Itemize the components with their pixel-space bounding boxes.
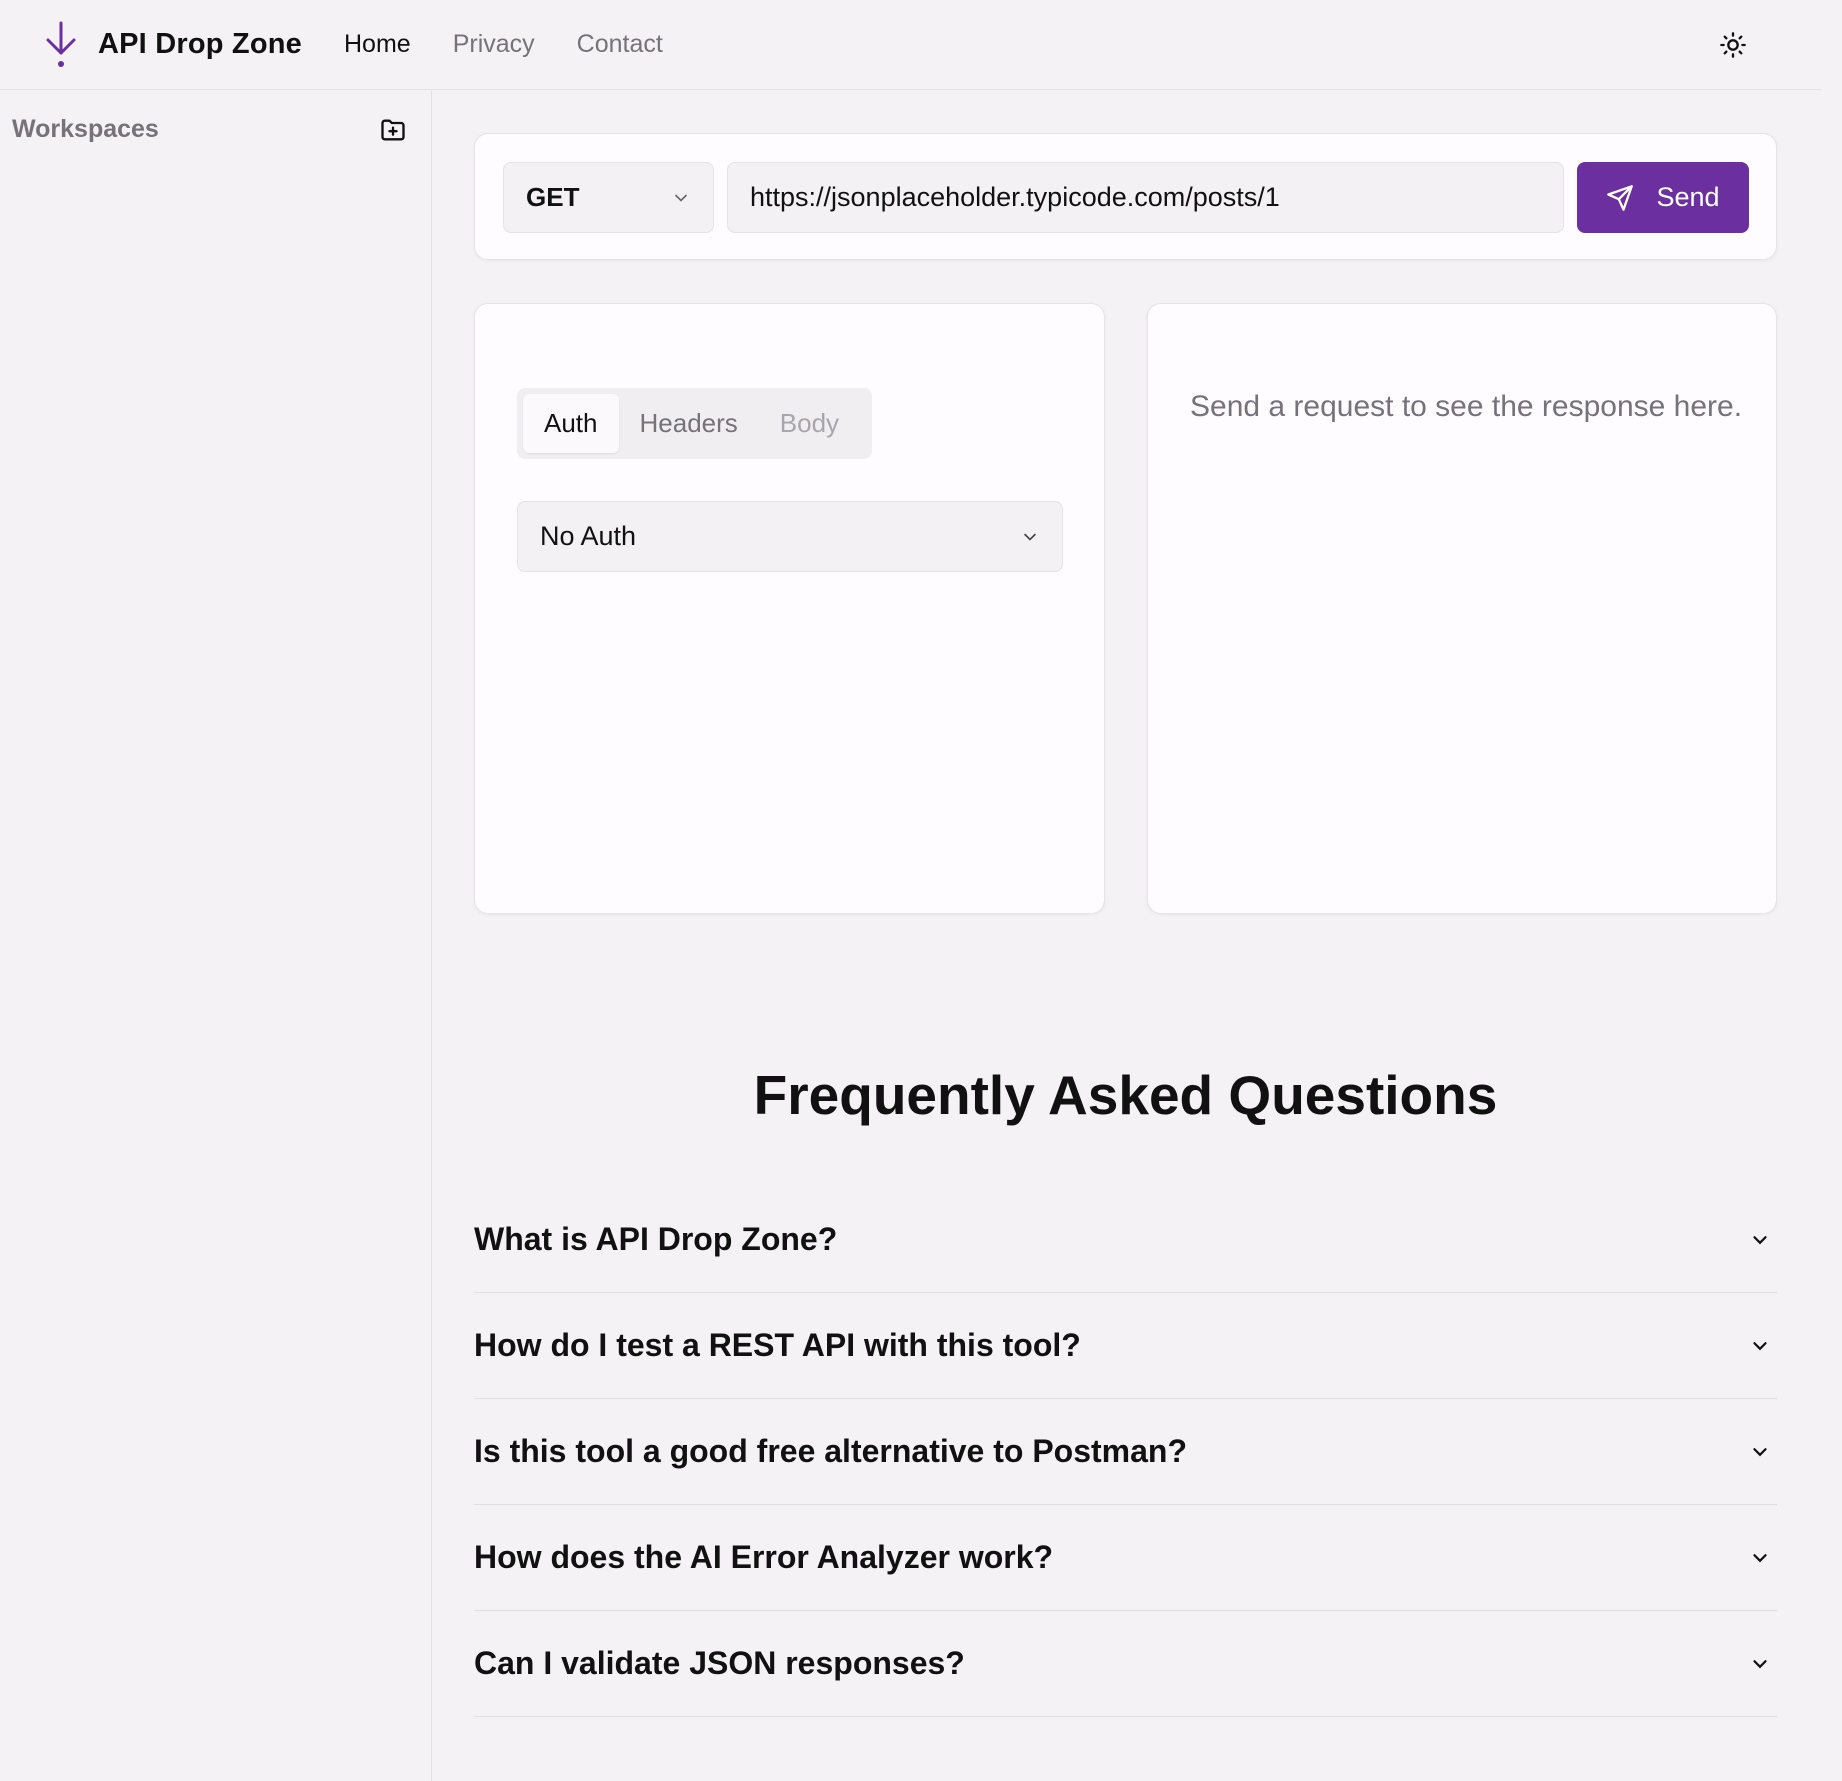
nav-contact[interactable]: Contact: [577, 30, 663, 59]
faq-list: What is API Drop Zone? How do I test a R…: [474, 1187, 1777, 1717]
main-nav: Home Privacy Contact: [344, 30, 705, 59]
add-workspace-button[interactable]: [374, 111, 412, 149]
faq-item[interactable]: How does the AI Error Analyzer work?: [474, 1505, 1777, 1611]
faq-item[interactable]: Can I validate JSON responses?: [474, 1611, 1777, 1717]
workspaces-title: Workspaces: [12, 115, 159, 143]
send-button[interactable]: Send: [1577, 162, 1749, 233]
folder-plus-icon: [381, 119, 405, 141]
brand-name: API Drop Zone: [98, 28, 302, 60]
faq-question: How does the AI Error Analyzer work?: [474, 1539, 1054, 1575]
faq-question: What is API Drop Zone?: [474, 1221, 838, 1257]
brand[interactable]: API Drop Zone: [42, 21, 302, 69]
faq-item[interactable]: What is API Drop Zone?: [474, 1187, 1777, 1293]
request-tabs: Auth Headers Body: [517, 388, 872, 459]
faq-question: Can I validate JSON responses?: [474, 1645, 965, 1681]
chevron-down-icon: [1753, 1235, 1767, 1244]
request-options-card: Auth Headers Body No Auth: [474, 303, 1105, 914]
tab-auth[interactable]: Auth: [523, 394, 619, 453]
response-placeholder: Send a request to see the response here.: [1190, 390, 1743, 423]
send-label: Send: [1656, 182, 1720, 212]
theme-toggle-button[interactable]: [1710, 22, 1756, 68]
auth-type-value: No Auth: [540, 521, 637, 551]
sun-icon: [1720, 32, 1746, 58]
chevron-down-icon: [675, 194, 687, 202]
method-select[interactable]: GET: [503, 162, 714, 233]
chevron-down-icon: [1753, 1659, 1767, 1668]
faq-question: How do I test a REST API with this tool?: [474, 1327, 1081, 1363]
nav-home[interactable]: Home: [344, 30, 411, 59]
response-card: Send a request to see the response here.: [1147, 303, 1777, 914]
chevron-down-icon: [1024, 533, 1036, 541]
url-input[interactable]: [727, 162, 1564, 233]
top-navbar: API Drop Zone Home Privacy Contact: [0, 0, 1821, 90]
faq-title: Frequently Asked Questions: [753, 1064, 1498, 1126]
paper-plane-icon: [1607, 184, 1634, 211]
sidebar: Workspaces: [0, 91, 432, 1781]
arrow-down-icon: [46, 21, 76, 67]
tab-headers[interactable]: Headers: [619, 394, 759, 453]
faq-question: Is this tool a good free alternative to …: [474, 1433, 1187, 1469]
chevron-down-icon: [1753, 1553, 1767, 1562]
request-url-card: GET Send: [474, 133, 1777, 260]
nav-privacy[interactable]: Privacy: [453, 30, 535, 59]
auth-type-select[interactable]: No Auth: [517, 501, 1063, 572]
method-value: GET: [526, 182, 580, 212]
chevron-down-icon: [1753, 1341, 1767, 1350]
chevron-down-icon: [1753, 1447, 1767, 1456]
faq-item[interactable]: How do I test a REST API with this tool?: [474, 1293, 1777, 1399]
tab-body[interactable]: Body: [759, 394, 860, 453]
faq-item[interactable]: Is this tool a good free alternative to …: [474, 1399, 1777, 1505]
